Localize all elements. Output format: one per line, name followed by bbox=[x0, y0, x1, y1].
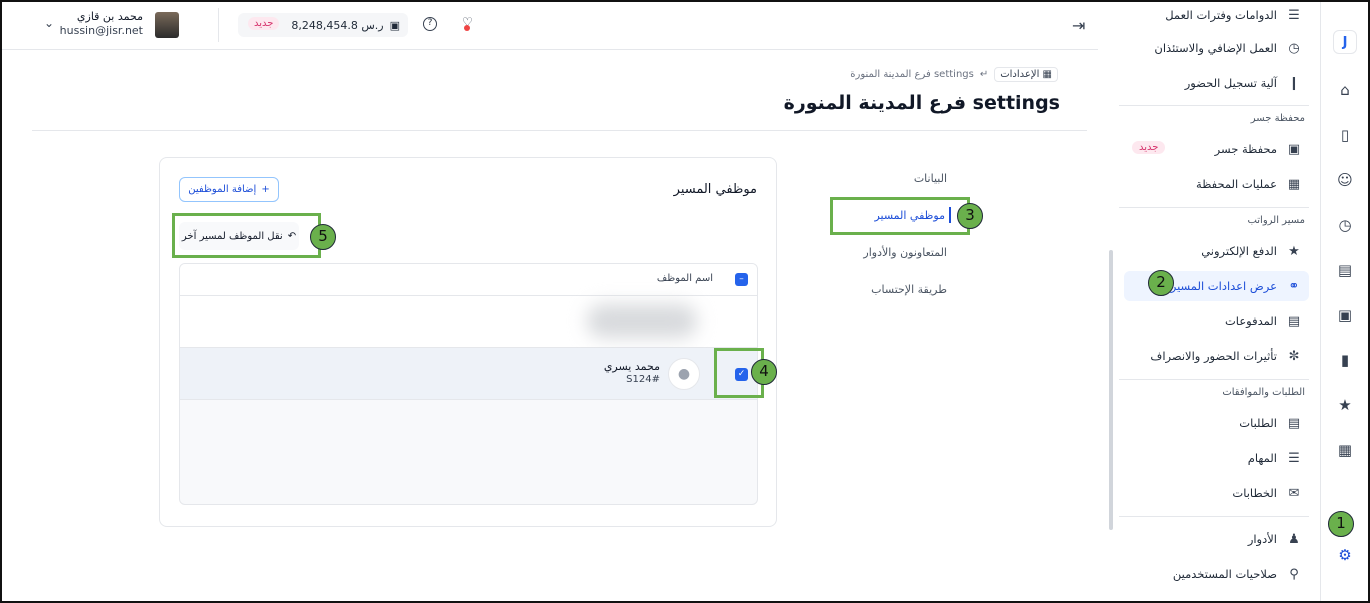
section-payroll: مسير الرواتب bbox=[1247, 215, 1305, 226]
card-title: موظفي المسير bbox=[673, 182, 757, 197]
nav-collaborators[interactable]: المتعاونون والأدوار bbox=[817, 246, 947, 259]
sidebar-divider bbox=[1119, 207, 1309, 208]
user-avatar[interactable] bbox=[155, 12, 179, 38]
key-icon: ⚲ bbox=[1289, 566, 1299, 582]
highlight-box-5 bbox=[172, 213, 321, 258]
sidebar-item-requests[interactable]: الطلبات ▤ bbox=[1124, 408, 1309, 438]
notification-dot bbox=[464, 25, 470, 31]
wallet-icon: ▣ bbox=[1287, 141, 1301, 157]
help-icon[interactable]: ? bbox=[423, 17, 437, 31]
select-all-checkbox[interactable]: – bbox=[735, 273, 748, 286]
add-employees-label: إضافة الموظفين bbox=[188, 184, 257, 195]
user-icon[interactable]: ☺ bbox=[1335, 170, 1355, 190]
wallet-balance[interactable]: جديد 8,248,454.8 ر.س ▣ bbox=[238, 13, 408, 37]
sidebar-item-payments[interactable]: المدفوعات ▤ bbox=[1124, 306, 1309, 336]
briefcase-icon[interactable]: ▣ bbox=[1335, 305, 1355, 325]
sidebar-divider bbox=[1119, 105, 1309, 106]
add-employees-button[interactable]: إضافة الموظفين + bbox=[179, 177, 279, 202]
sidebar-item-user-permissions[interactable]: صلاحيات المستخدمين ⚲ bbox=[1124, 559, 1309, 589]
sidebar-item-overtime[interactable]: العمل الإضافي والاستئذان ◷ bbox=[1124, 33, 1309, 63]
header-divider bbox=[218, 8, 219, 42]
sidebar-item-tasks[interactable]: المهام ☰ bbox=[1124, 443, 1309, 473]
nav-calculation-method[interactable]: طريقة الإحتساب bbox=[817, 283, 947, 296]
wallet-new-badge: جديد bbox=[248, 17, 280, 30]
sidebar-scrollbar[interactable] bbox=[1109, 250, 1113, 530]
clock-icon[interactable]: ◷ bbox=[1335, 215, 1355, 235]
list-icon: ☰ bbox=[1288, 450, 1300, 466]
collapse-sidebar-icon[interactable]: ⇥ bbox=[1072, 16, 1085, 35]
step-marker-2: 2 bbox=[1148, 270, 1174, 296]
table-header: اسم الموظف – bbox=[180, 264, 757, 296]
wallet-amount: 8,248,454.8 ر.س bbox=[291, 18, 384, 32]
employee-name: محمد يسري bbox=[603, 360, 660, 373]
top-header: ⌄ محمد بن قازي hussin@jisr.net جديد 8,24… bbox=[0, 0, 1098, 50]
table-row[interactable]: ✓ ● محمد يسري S124# bbox=[180, 348, 757, 400]
page-title: فرع المدينة المنورة settings bbox=[783, 92, 1060, 114]
blurred-employee bbox=[587, 304, 697, 338]
employees-table: اسم الموظف – ✓ ● محمد يسري S124# bbox=[179, 263, 758, 505]
calendar-icon: ▦ bbox=[1287, 176, 1301, 192]
breadcrumb-current: فرع المدينة المنورة settings bbox=[850, 69, 974, 80]
step-marker-1: 1 bbox=[1328, 511, 1354, 537]
home-icon[interactable]: ⌂ bbox=[1335, 80, 1355, 100]
sidebar-item-attendance-effects[interactable]: تأثيرات الحضور والانصراف ✼ bbox=[1124, 341, 1309, 371]
sidebar-item-epayment[interactable]: الدفع الإلكتروني ★ bbox=[1124, 236, 1309, 266]
hand-money-icon[interactable]: ★ bbox=[1335, 395, 1355, 415]
person-icon: ● bbox=[668, 358, 700, 390]
payment-icon: ★ bbox=[1288, 243, 1300, 259]
step-marker-3: 3 bbox=[957, 203, 983, 229]
chevron-down-icon[interactable]: ⌄ bbox=[44, 16, 54, 30]
sidebar: الدوامات وفترات العمل ☰ العمل الإضافي وال… bbox=[1109, 0, 1319, 603]
table-row[interactable] bbox=[180, 296, 757, 348]
sidebar-item-letters[interactable]: الخطابات ✉ bbox=[1124, 478, 1309, 508]
bar-chart-icon[interactable]: ▮ bbox=[1335, 350, 1355, 370]
clock-icon: ◷ bbox=[1288, 40, 1300, 56]
mail-icon: ✉ bbox=[1288, 485, 1300, 501]
inbox-icon[interactable]: ▯ bbox=[1335, 125, 1355, 145]
shifts-icon: ☰ bbox=[1288, 7, 1300, 23]
employee-code: S124# bbox=[626, 374, 660, 385]
title-divider bbox=[32, 130, 1087, 131]
sidebar-item-roles[interactable]: الأدوار ♟ bbox=[1124, 524, 1309, 554]
users-icon: ♟ bbox=[1288, 531, 1300, 547]
section-requests: الطلبات والموافقات bbox=[1222, 387, 1305, 398]
building-icon[interactable]: ▦ bbox=[1335, 440, 1355, 460]
sidebar-divider bbox=[1119, 516, 1309, 517]
user-email: hussin@jisr.net bbox=[59, 24, 143, 37]
link-icon: ⚭ bbox=[1288, 278, 1300, 294]
user-name: محمد بن قازي bbox=[76, 10, 143, 23]
breadcrumb-arrow-icon: ↵ bbox=[979, 69, 989, 80]
breadcrumb: فرع المدينة المنورة settings ↵ الإعدادات… bbox=[850, 67, 1058, 82]
plus-icon: + bbox=[261, 184, 270, 195]
breadcrumb-root[interactable]: الإعدادات ▦ bbox=[994, 67, 1058, 82]
bar-chart-icon: ❙ bbox=[1288, 75, 1300, 91]
step-marker-4: 4 bbox=[751, 359, 777, 385]
nav-data[interactable]: البيانات bbox=[817, 172, 947, 185]
column-employee-name: اسم الموظف bbox=[656, 273, 713, 284]
section-wallet: محفظة جسر bbox=[1250, 113, 1305, 124]
step-marker-5: 5 bbox=[310, 224, 336, 250]
fingerprint-icon: ✼ bbox=[1288, 348, 1300, 364]
gear-icon[interactable]: ⚙ bbox=[1335, 545, 1355, 565]
sidebar-item-wallet-ops[interactable]: عمليات المحفظة ▦ bbox=[1124, 169, 1309, 199]
coins-icon: ▤ bbox=[1287, 313, 1301, 329]
document-icon: ▤ bbox=[1287, 415, 1301, 431]
sidebar-item-shifts[interactable]: الدوامات وفترات العمل ☰ bbox=[1124, 0, 1309, 30]
sidebar-item-attendance-method[interactable]: آلية تسجيل الحضور ❙ bbox=[1124, 68, 1309, 98]
new-badge: جديد bbox=[1132, 141, 1166, 154]
coins-icon[interactable]: ▤ bbox=[1335, 260, 1355, 280]
sidebar-item-wallet[interactable]: جديد محفظة جسر ▣ bbox=[1124, 134, 1309, 164]
jisr-logo-icon[interactable]: J bbox=[1333, 30, 1357, 54]
sidebar-divider bbox=[1119, 379, 1309, 380]
highlight-box-3 bbox=[830, 197, 970, 235]
wallet-icon: ▣ bbox=[389, 18, 400, 32]
